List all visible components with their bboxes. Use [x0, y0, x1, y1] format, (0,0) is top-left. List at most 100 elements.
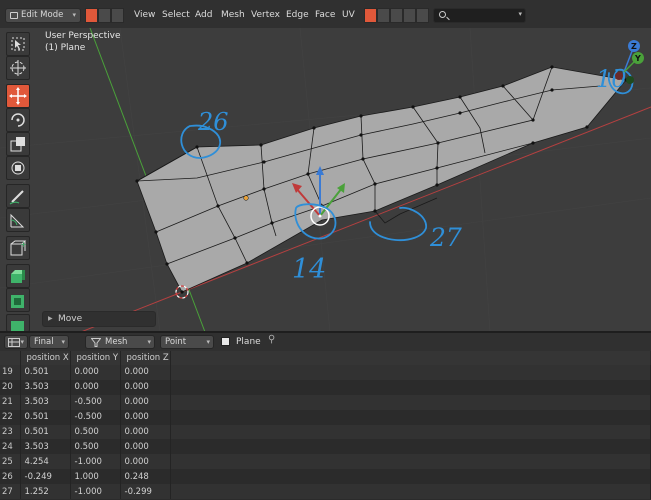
annotation-label-26: 26 — [198, 108, 229, 136]
row-index: 19 — [0, 365, 21, 380]
column-header: position X — [20, 351, 71, 365]
cell-position-x: 1.252 — [20, 484, 71, 500]
row-index: 23 — [0, 424, 21, 440]
cell-position-y: -1.000 — [70, 454, 121, 470]
row-index: 27 — [0, 484, 21, 500]
mode-dropdown[interactable]: Edit Mode ▾ — [5, 8, 81, 23]
tool-cursor[interactable] — [6, 56, 30, 80]
material-preview-button[interactable] — [390, 8, 403, 23]
cell-position-z: 0.000 — [120, 379, 171, 395]
view-object-label: (1) Plane — [45, 43, 86, 53]
annotation-label-27: 27 — [430, 223, 462, 252]
cell-position-z: 0.000 — [120, 394, 171, 410]
viewport-canvas[interactable] — [0, 28, 651, 332]
z-axis-label: Z — [631, 42, 637, 51]
chevron-down-icon: ▾ — [518, 10, 522, 18]
row-filler — [170, 454, 651, 470]
wireframe-shading-button[interactable] — [364, 8, 377, 23]
vertex-select-mode-button[interactable] — [85, 8, 98, 23]
mesh — [136, 66, 627, 293]
solid-shading-button[interactable] — [377, 8, 390, 23]
rotate-icon — [11, 113, 25, 127]
chevron-down-icon: ▾ — [61, 338, 65, 346]
rendered-shading-button[interactable] — [403, 8, 416, 23]
cell-position-z: -0.299 — [120, 484, 171, 500]
cell-position-y: -0.500 — [70, 409, 121, 425]
chevron-down-icon: ▾ — [206, 338, 210, 346]
cell-position-y: 0.500 — [70, 439, 121, 455]
menu-select[interactable]: Select — [162, 9, 190, 21]
spreadsheet-header: ▾ Final ▾ Mesh ▾ Point ▾ Plane ⚲ — [0, 333, 651, 351]
cell-position-z: 0.000 — [120, 439, 171, 455]
domain-label: Point — [165, 337, 187, 347]
row-filler — [170, 439, 651, 455]
evaluation-state-dropdown[interactable]: Final ▾ — [29, 335, 69, 349]
cell-position-y: -1.000 — [70, 484, 121, 500]
object-checkbox-icon — [221, 337, 230, 346]
menu-view[interactable]: View — [134, 9, 155, 21]
annotation-circle-27 — [369, 206, 427, 241]
cursor-icon — [10, 60, 26, 76]
annotation-label-14: 14 — [292, 254, 327, 285]
cell-position-x: 3.503 — [20, 439, 71, 455]
pin-icon[interactable]: ⚲ — [268, 334, 275, 345]
header-bar: Edit Mode ▾ View Select Add Mesh Vertex … — [0, 0, 651, 28]
tool-annotate[interactable] — [6, 184, 30, 208]
last-operator-panel[interactable]: ▶ Move — [42, 311, 156, 327]
tool-move[interactable] — [6, 84, 30, 108]
menu-mesh[interactable]: Mesh — [221, 9, 245, 21]
move-icon — [9, 87, 27, 105]
evaluation-state-label: Final — [34, 337, 54, 347]
tool-scale[interactable] — [6, 132, 30, 156]
spreadsheet: position X position Y position Z 19 0.50… — [0, 351, 651, 500]
row-filler — [170, 484, 651, 500]
row-index: 24 — [0, 439, 21, 455]
spreadsheet-icon — [8, 338, 20, 347]
domain-dropdown[interactable]: Point ▾ — [160, 335, 214, 349]
menu-add[interactable]: Add — [195, 9, 212, 21]
search-field[interactable]: ▾ — [433, 8, 526, 23]
tool-measure[interactable] — [6, 208, 30, 232]
extrude-icon — [11, 270, 25, 283]
data-type-dropdown[interactable]: Mesh ▾ — [85, 335, 155, 349]
row-filler — [170, 394, 651, 410]
tool-inset[interactable] — [6, 288, 30, 312]
table-row: 27 1.252 -1.000 -0.299 — [0, 484, 651, 500]
cell-position-y: -0.500 — [70, 394, 121, 410]
measure-icon — [10, 213, 25, 228]
menu-face[interactable]: Face — [315, 9, 335, 21]
tool-bevel[interactable] — [6, 314, 30, 332]
3d-viewport[interactable]: 26 10 14 27 User Perspective (1) Plane Z… — [0, 28, 651, 332]
tool-rotate[interactable] — [6, 108, 30, 132]
row-filler — [170, 409, 651, 425]
tool-transform[interactable] — [6, 156, 30, 180]
editor-type-dropdown[interactable]: ▾ — [4, 335, 28, 349]
table-header-row: position X position Y position Z — [0, 351, 650, 365]
row-index: 26 — [0, 469, 21, 485]
data-type-label: Mesh — [105, 337, 128, 347]
cell-position-x: 3.503 — [20, 379, 71, 395]
tool-extrude[interactable] — [6, 264, 30, 288]
cell-position-y: 0.000 — [70, 379, 121, 395]
attribute-table: position X position Y position Z 19 0.50… — [0, 351, 651, 500]
row-index: 21 — [0, 394, 21, 410]
menu-vertex[interactable]: Vertex — [251, 9, 280, 21]
table-row: 24 3.503 0.500 0.000 — [0, 439, 651, 455]
menu-edge[interactable]: Edge — [286, 9, 309, 21]
face-select-mode-button[interactable] — [111, 8, 124, 23]
edge-select-mode-button[interactable] — [98, 8, 111, 23]
mode-label: Edit Mode — [21, 10, 64, 20]
bevel-icon — [11, 321, 24, 332]
scale-icon — [10, 137, 25, 152]
table-row: 26 -0.249 1.000 0.248 — [0, 469, 651, 485]
tool-shelf: + — [0, 28, 34, 332]
search-icon — [439, 11, 446, 18]
tool-add-cube[interactable]: + — [6, 236, 30, 260]
cell-position-x: 3.503 — [20, 394, 71, 410]
column-header: position Y — [70, 351, 121, 365]
cell-position-x: 0.501 — [20, 424, 71, 440]
menu-uv[interactable]: UV — [342, 9, 355, 21]
chevron-down-icon: ▾ — [147, 338, 151, 346]
shading-options-button[interactable] — [416, 8, 429, 23]
tool-select-box[interactable] — [6, 32, 30, 56]
